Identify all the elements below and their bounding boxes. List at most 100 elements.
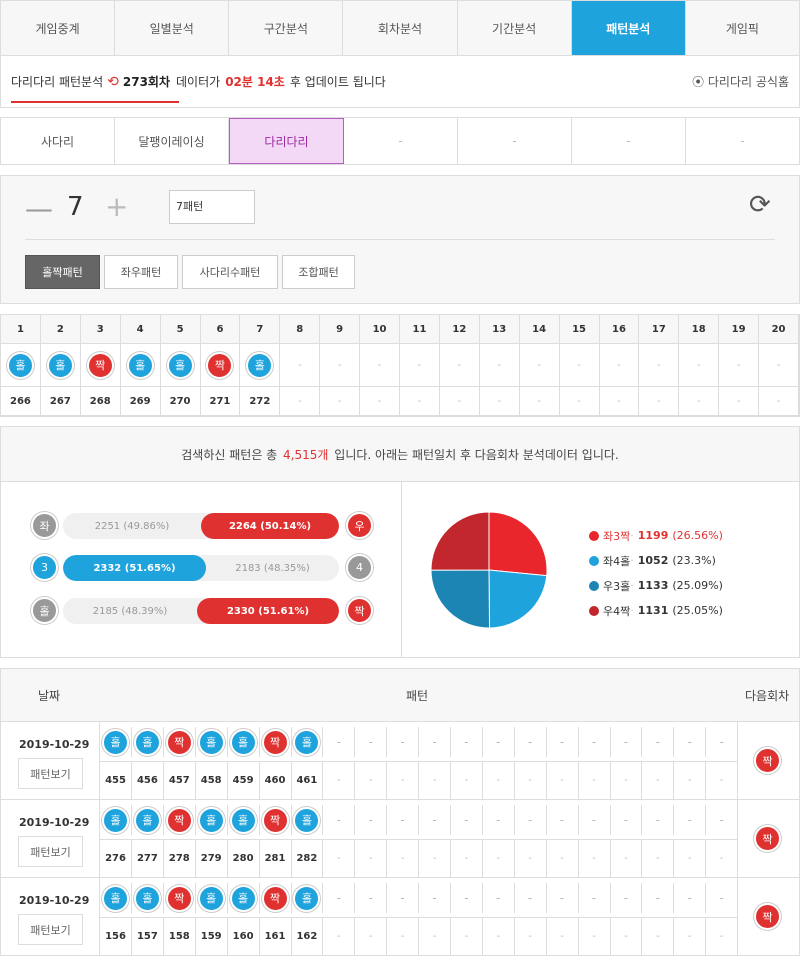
- tab-daily-analysis[interactable]: 일별분석: [115, 1, 230, 55]
- history-round-number: -: [496, 931, 501, 942]
- history-round-cell: -: [419, 917, 451, 956]
- history-round-cell: -: [642, 839, 675, 878]
- grid-result-cell: 홀: [240, 344, 281, 387]
- grid-header-cell: 9: [320, 315, 361, 344]
- history-round-cell: 460: [260, 761, 292, 800]
- legend-name: 좌4홀: [603, 554, 631, 568]
- pattern-select[interactable]: 7패턴: [169, 190, 255, 224]
- history-result-cell: -: [706, 805, 739, 835]
- view-pattern-button[interactable]: 패턴보기: [18, 836, 83, 867]
- history-round-cell: -: [483, 917, 515, 956]
- history-round-number: 457: [168, 775, 190, 786]
- minus-icon[interactable]: —: [25, 192, 53, 225]
- empty-result: -: [687, 813, 692, 827]
- grid-header-cell: 18: [679, 315, 720, 344]
- legend-separator: ·: [630, 579, 634, 592]
- pattern-type-ladder-count[interactable]: 사다리수패턴: [182, 255, 278, 289]
- refresh-icon[interactable]: ⟳: [749, 190, 771, 220]
- history-round-cell: -: [674, 761, 707, 800]
- next-round-ball: 짝: [754, 825, 781, 852]
- grid-round-cell: 270: [160, 387, 201, 416]
- history-round-cell: -: [547, 761, 579, 800]
- history-round-number: -: [592, 931, 596, 942]
- history-round-number: -: [336, 853, 341, 864]
- current-round: 273회차: [122, 75, 171, 89]
- game-tabs: 사다리 달팽이레이싱 다리다리 - - - -: [0, 117, 800, 165]
- grid-result-cell: -: [519, 344, 560, 387]
- history-round-number: -: [687, 853, 692, 864]
- tab-pattern-analysis[interactable]: 패턴분석: [571, 1, 686, 55]
- grid-round-cell: -: [759, 387, 799, 416]
- history-round-number: -: [336, 931, 341, 942]
- history-round-cell: -: [323, 917, 356, 956]
- grid-header-cell: 20: [759, 315, 799, 344]
- history-round-cell: -: [610, 917, 643, 956]
- empty-result: -: [655, 813, 660, 827]
- history-result-cell: -: [642, 727, 675, 757]
- history-round-number: -: [592, 853, 596, 864]
- pattern-type-combination[interactable]: 조합패턴: [282, 255, 355, 289]
- result-ball: 홀: [293, 884, 321, 912]
- history-result-cell: 짝: [164, 727, 196, 757]
- stat-right-ball: 우: [346, 512, 373, 539]
- empty-result: -: [336, 735, 341, 749]
- tab-game-broadcast[interactable]: 게임중계: [1, 1, 116, 55]
- history-round-cell: -: [547, 917, 579, 956]
- summary-prefix: 검색하신 패턴은 총: [181, 447, 278, 462]
- history-round-cell: -: [579, 761, 611, 800]
- history-round-cell: 276: [100, 839, 132, 878]
- pattern-type-left-right[interactable]: 좌우패턴: [104, 255, 178, 289]
- game-tab-ladder[interactable]: 사다리: [1, 118, 115, 164]
- legend-separator: ·: [630, 554, 634, 567]
- game-tab-snail-racing[interactable]: 달팽이레이싱: [115, 118, 229, 164]
- stat-bar: 2332 (51.65%) 2183 (48.35%): [63, 555, 339, 581]
- grid-round-cell: 266: [1, 387, 41, 416]
- history-result-cell: -: [547, 727, 579, 757]
- stats-divider: [401, 482, 402, 658]
- tab-round-analysis[interactable]: 회차분석: [343, 1, 458, 55]
- pattern-type-odd-even[interactable]: 홀짝패턴: [25, 255, 100, 289]
- history-round-number: 281: [264, 853, 286, 864]
- history-round-number: -: [687, 775, 692, 786]
- header-next-round: 다음회차: [745, 689, 790, 703]
- game-tab-daridari[interactable]: 다리다리: [229, 118, 344, 164]
- history-round-number: 276: [105, 853, 126, 864]
- history-result-cell: -: [674, 727, 707, 757]
- tab-game-pick[interactable]: 게임픽: [686, 1, 799, 55]
- history-result-cell: -: [642, 883, 675, 913]
- history-result-cell: -: [642, 805, 675, 835]
- legend-value: 1052: [637, 554, 669, 567]
- result-ball: 홀: [102, 806, 129, 834]
- tab-range-analysis[interactable]: 구간분석: [229, 1, 344, 55]
- plus-icon[interactable]: +: [105, 190, 128, 223]
- history-round-number: -: [432, 775, 437, 786]
- history-round-cell: 461: [291, 761, 324, 800]
- result-ball: 짝: [206, 351, 234, 379]
- history-result-cell: -: [610, 727, 643, 757]
- empty-result: -: [496, 891, 501, 905]
- grid-result-cell: -: [400, 344, 440, 387]
- history-round-number: -: [719, 853, 724, 864]
- empty-result: -: [655, 891, 660, 905]
- grid-result-cell: 홀: [120, 344, 161, 387]
- tab-period-analysis[interactable]: 기간분석: [458, 1, 572, 55]
- history-round-number: -: [528, 775, 532, 786]
- legend-value: 1131: [637, 604, 669, 617]
- grid-header-cell: 2: [40, 315, 81, 344]
- history-round-cell: 281: [260, 839, 292, 878]
- result-ball: 짝: [86, 351, 114, 379]
- official-home-link[interactable]: ⦿ 다리다리 공식홈: [692, 73, 789, 90]
- history-table: 날짜 패턴 다음회차 2019-10-29 패턴보기 홀 455 홀 456 짝 457 홀 45…: [0, 668, 800, 956]
- grid-header-cell: 1: [1, 315, 41, 344]
- result-ball: 홀: [197, 806, 225, 834]
- history-round-cell: -: [355, 917, 388, 956]
- history-round-cell: -: [706, 839, 739, 878]
- view-pattern-button[interactable]: 패턴보기: [18, 758, 83, 789]
- grid-round-cell: 269: [120, 387, 161, 416]
- empty-result: -: [528, 891, 533, 905]
- history-result-cell: 짝: [260, 883, 292, 913]
- history-round-number: -: [496, 775, 501, 786]
- view-pattern-button[interactable]: 패턴보기: [18, 914, 83, 945]
- history-round-number: -: [400, 775, 405, 786]
- legend-name: 좌3짝: [603, 529, 631, 543]
